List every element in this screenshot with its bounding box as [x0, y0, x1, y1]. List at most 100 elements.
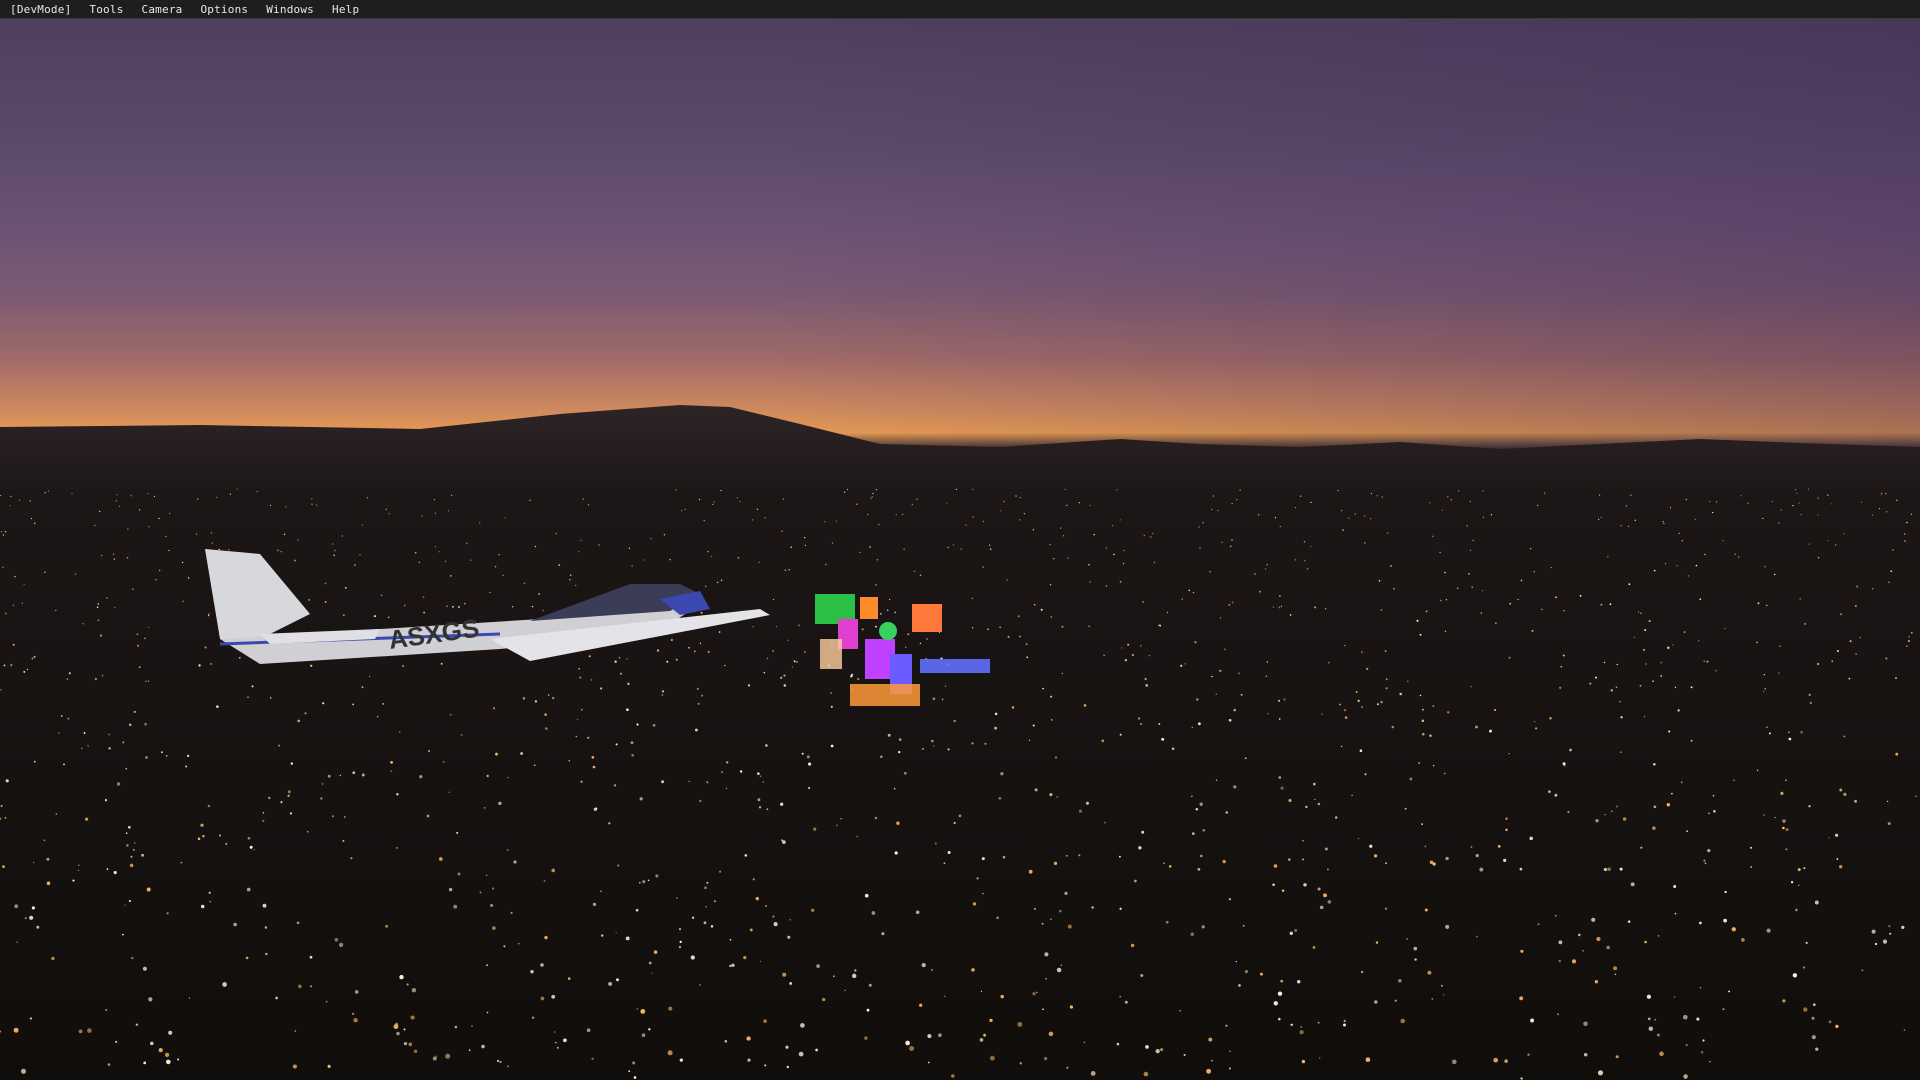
- city-light: [933, 698, 936, 701]
- simulator-viewport[interactable]: ASXGS: [0, 19, 1920, 1080]
- city-light: [1706, 661, 1708, 663]
- city-light: [328, 1065, 331, 1068]
- city-light: [1445, 857, 1448, 860]
- city-light: [55, 610, 56, 611]
- city-light: [1420, 634, 1422, 636]
- menu-options[interactable]: Options: [190, 3, 256, 16]
- menu-camera[interactable]: Camera: [132, 3, 191, 16]
- city-light: [1741, 938, 1745, 942]
- city-light: [706, 882, 708, 884]
- city-light: [1422, 720, 1425, 723]
- city-light: [994, 727, 997, 730]
- city-light: [1835, 1025, 1838, 1028]
- city-light: [1185, 663, 1186, 664]
- city-light: [875, 817, 877, 819]
- city-light: [750, 928, 753, 931]
- menu-help[interactable]: Help: [322, 3, 367, 16]
- city-light: [406, 983, 408, 985]
- city-light: [1377, 703, 1379, 705]
- city-light: [931, 969, 933, 971]
- city-light: [1533, 571, 1535, 573]
- city-light: [530, 970, 533, 973]
- city-light: [1184, 1054, 1186, 1056]
- city-light: [787, 1066, 789, 1068]
- city-light: [1229, 719, 1232, 722]
- city-light: [965, 524, 966, 525]
- city-light: [1422, 709, 1424, 711]
- city-light: [1167, 612, 1168, 613]
- city-light: [780, 677, 782, 679]
- city-light: [288, 790, 291, 793]
- city-light: [1216, 780, 1217, 781]
- city-light: [275, 997, 278, 1000]
- city-light: [1722, 540, 1723, 541]
- city-light: [453, 905, 457, 909]
- city-light: [1827, 540, 1828, 541]
- city-light: [756, 897, 759, 900]
- city-light: [1906, 645, 1908, 647]
- city-light: [1003, 501, 1004, 502]
- city-light: [971, 742, 973, 744]
- city-light: [1445, 925, 1449, 929]
- city-light: [119, 506, 120, 507]
- city-light: [97, 606, 99, 608]
- city-light: [61, 715, 63, 717]
- city-light: [202, 835, 204, 837]
- city-light: [1699, 598, 1701, 600]
- city-light: [1064, 892, 1067, 895]
- city-light: [1658, 935, 1660, 937]
- city-light: [1555, 596, 1557, 598]
- city-light: [1302, 840, 1304, 842]
- city-light: [1818, 557, 1819, 558]
- city-light: [1740, 495, 1741, 496]
- city-light: [1836, 858, 1838, 860]
- city-light: [1683, 1015, 1688, 1020]
- city-light: [1407, 681, 1408, 682]
- menu-devmode[interactable]: [DevMode]: [0, 3, 79, 16]
- city-light: [704, 520, 705, 521]
- city-light: [1145, 684, 1148, 687]
- city-light: [1003, 856, 1006, 859]
- city-light: [844, 491, 845, 492]
- city-light: [353, 1018, 357, 1022]
- city-light: [1883, 940, 1887, 944]
- city-light: [216, 497, 217, 498]
- city-light: [639, 882, 641, 884]
- city-light: [1828, 837, 1829, 838]
- city-light: [1457, 587, 1459, 589]
- city-light: [984, 743, 986, 745]
- city-light: [1229, 898, 1231, 900]
- city-light: [753, 878, 755, 880]
- city-light: [1041, 609, 1043, 611]
- city-light: [617, 864, 619, 866]
- city-light: [1191, 933, 1194, 936]
- city-light: [830, 692, 831, 693]
- city-light: [532, 1017, 534, 1019]
- city-light: [737, 497, 738, 498]
- city-light: [653, 724, 656, 727]
- city-light: [649, 962, 652, 965]
- city-light: [1620, 525, 1621, 526]
- city-light: [1489, 730, 1492, 733]
- city-light: [1654, 570, 1656, 572]
- city-light: [1314, 799, 1315, 800]
- city-light: [1380, 701, 1382, 703]
- city-light: [1879, 508, 1880, 509]
- city-light: [520, 752, 523, 755]
- city-light: [1708, 812, 1710, 814]
- city-light: [1458, 490, 1459, 491]
- menu-tools[interactable]: Tools: [79, 3, 131, 16]
- city-light: [265, 953, 267, 955]
- city-light: [1192, 832, 1195, 835]
- menu-windows[interactable]: Windows: [256, 3, 322, 16]
- city-light: [439, 857, 443, 861]
- city-light: [1645, 663, 1647, 665]
- city-light: [535, 700, 537, 702]
- city-light: [1295, 507, 1296, 508]
- city-light: [869, 546, 870, 547]
- city-light: [399, 731, 401, 733]
- city-light: [1673, 885, 1676, 888]
- city-light: [1763, 691, 1764, 692]
- city-light: [486, 964, 488, 966]
- city-light: [1681, 781, 1683, 783]
